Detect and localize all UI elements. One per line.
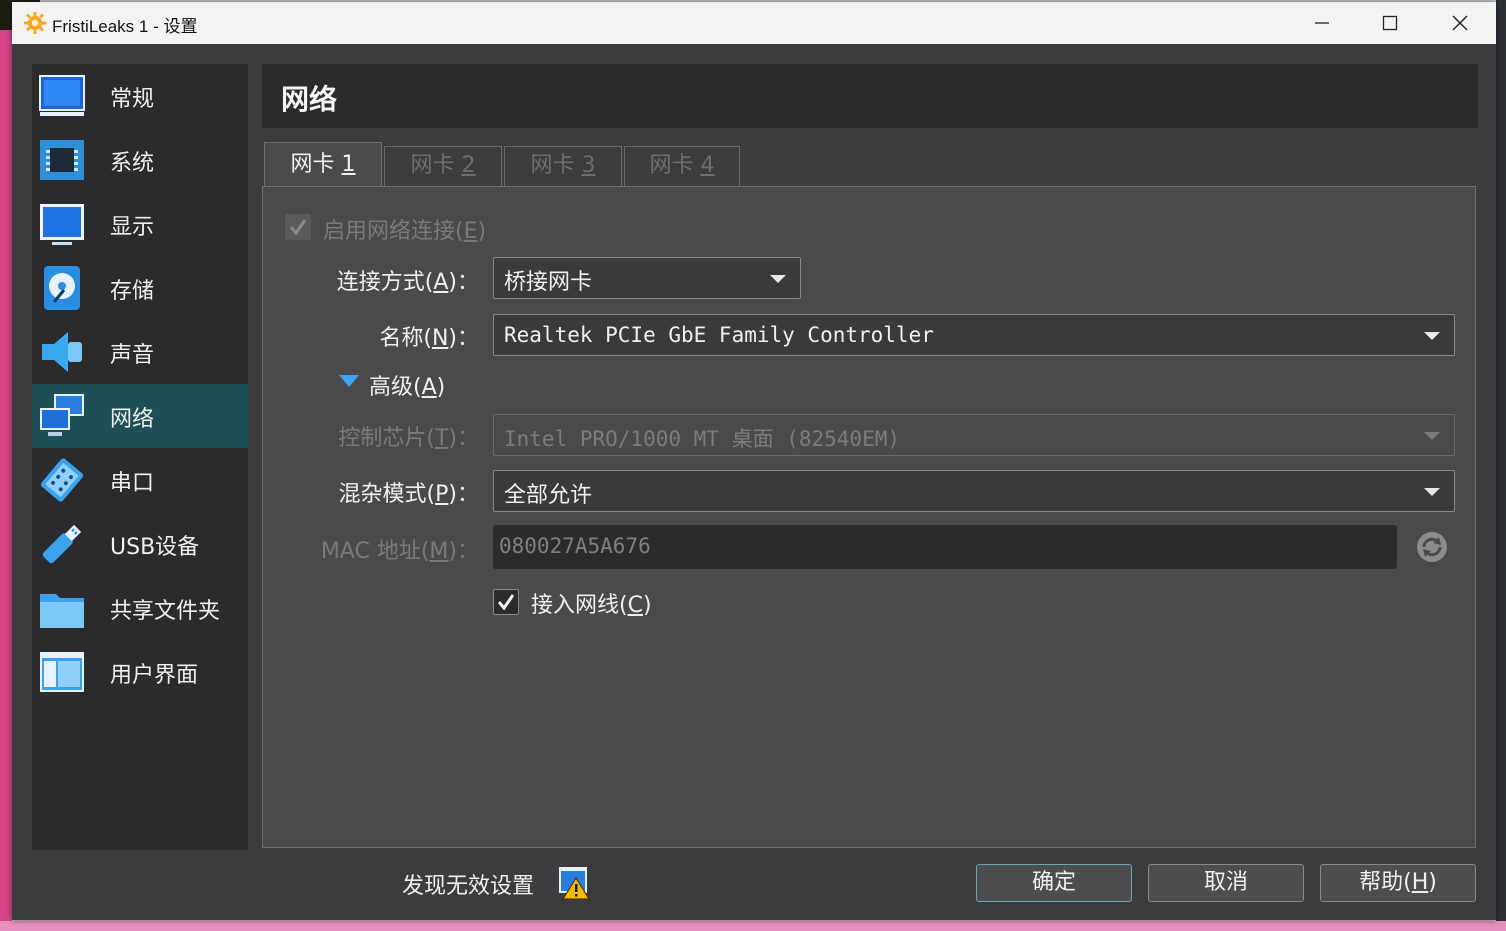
adapter-type-label: 控制芯片(T)： xyxy=(338,426,479,451)
serial-port-icon xyxy=(40,458,84,502)
tab-adapter-4[interactable]: 网卡 4 xyxy=(624,146,740,186)
sidebar-item-serial[interactable]: 串口 xyxy=(32,448,248,512)
sidebar-item-label: 共享文件夹 xyxy=(110,599,221,624)
maximize-icon xyxy=(1382,15,1398,31)
advanced-toggle[interactable]: 高级(A) xyxy=(369,369,445,401)
close-icon xyxy=(1452,15,1468,31)
attached-to-select[interactable]: 桥接网卡 xyxy=(493,257,801,299)
storage-disk-icon xyxy=(44,266,80,310)
sidebar-item-network[interactable]: 网络 xyxy=(32,384,248,448)
page-header: 网络 xyxy=(262,64,1478,128)
settings-gear-icon xyxy=(24,12,46,34)
title-bar[interactable]: FristiLeaks 1 - 设置 xyxy=(12,2,1496,44)
desktop-background-right xyxy=(1496,0,1506,931)
adapter-name-select[interactable]: Realtek PCIe GbE Family Controller xyxy=(493,314,1455,356)
refresh-mac-icon[interactable] xyxy=(1415,530,1449,564)
adapter-name-label: 名称(N)： xyxy=(379,326,479,351)
attached-to-label: 连接方式(A)： xyxy=(336,270,479,295)
sidebar-item-label: 声音 xyxy=(110,343,155,368)
cable-connected-label: 接入网线(C) xyxy=(531,593,652,618)
sidebar-item-usb[interactable]: USB设备 xyxy=(32,512,248,576)
sidebar-item-shared-folders[interactable]: 共享文件夹 xyxy=(32,576,248,640)
display-icon xyxy=(40,204,84,245)
chevron-down-icon xyxy=(770,275,786,283)
sidebar-item-label: 存储 xyxy=(110,279,155,304)
cable-connected-checkbox[interactable] xyxy=(493,589,519,615)
settings-window: FristiLeaks 1 - 设置 常规 系统 显示 存储 声音 网络 串口 … xyxy=(12,2,1496,920)
sidebar-item-label: 显示 xyxy=(110,215,155,240)
network-icon xyxy=(40,394,84,436)
desktop-background-left xyxy=(0,0,12,931)
sidebar-item-label: 系统 xyxy=(110,151,155,176)
sidebar-item-system[interactable]: 系统 xyxy=(32,128,248,192)
promiscuous-mode-select[interactable]: 全部允许 xyxy=(493,470,1455,512)
sidebar-item-label: 网络 xyxy=(110,407,155,432)
help-button[interactable]: 帮助(H) xyxy=(1320,864,1476,902)
minimize-icon xyxy=(1315,22,1329,24)
user-interface-icon xyxy=(40,652,84,692)
promiscuous-mode-label: 混杂模式(P)： xyxy=(338,482,479,507)
cancel-button[interactable]: 取消 xyxy=(1148,864,1304,902)
sidebar-item-user-interface[interactable]: 用户界面 xyxy=(32,640,248,704)
chevron-down-icon xyxy=(1424,432,1440,440)
mac-address-field[interactable]: 080027A5A676 xyxy=(493,525,1397,569)
enable-adapter-label: 启用网络连接(E) xyxy=(323,219,487,244)
maximize-button[interactable] xyxy=(1356,2,1424,44)
sidebar-item-storage[interactable]: 存储 xyxy=(32,256,248,320)
speaker-icon xyxy=(42,332,82,372)
expand-triangle-icon[interactable] xyxy=(339,375,359,389)
adapter-type-select[interactable]: Intel PRO/1000 MT 桌面 (82540EM) xyxy=(493,414,1455,456)
chevron-down-icon xyxy=(1424,332,1440,340)
monitor-icon xyxy=(39,75,85,116)
settings-sidebar: 常规 系统 显示 存储 声音 网络 串口 USB设备 共享文件夹 用户界面 xyxy=(32,64,248,850)
chip-icon xyxy=(40,140,84,180)
sidebar-item-label: 常规 xyxy=(110,87,155,112)
usb-icon xyxy=(42,524,82,564)
tab-adapter-1[interactable]: 网卡 1 xyxy=(264,142,382,188)
invalid-settings-message: 发现无效设置 xyxy=(402,874,535,899)
tab-adapter-2[interactable]: 网卡 2 xyxy=(384,146,502,186)
sidebar-item-audio[interactable]: 声音 xyxy=(32,320,248,384)
sidebar-item-label: USB设备 xyxy=(110,535,200,560)
tab-adapter-3[interactable]: 网卡 3 xyxy=(504,146,622,186)
folder-icon xyxy=(40,594,84,628)
sidebar-item-general[interactable]: 常规 xyxy=(32,64,248,128)
check-icon xyxy=(497,594,515,611)
close-button[interactable] xyxy=(1426,2,1494,44)
sidebar-item-label: 用户界面 xyxy=(110,663,199,688)
chevron-down-icon xyxy=(1424,488,1440,496)
adapter-settings-panel: 启用网络连接(E) 连接方式(A)： 桥接网卡 名称(N)： Realtek P… xyxy=(262,186,1476,848)
sidebar-item-display[interactable]: 显示 xyxy=(32,192,248,256)
minimize-button[interactable] xyxy=(1288,2,1356,44)
page-title: 网络 xyxy=(281,83,338,116)
sidebar-item-label: 串口 xyxy=(110,471,155,496)
warning-icon[interactable] xyxy=(558,866,590,900)
enable-adapter-checkbox[interactable] xyxy=(285,214,311,240)
ok-button[interactable]: 确定 xyxy=(976,864,1132,902)
check-icon xyxy=(289,219,307,236)
mac-address-label: MAC 地址(M)： xyxy=(320,539,479,564)
window-title: FristiLeaks 1 - 设置 xyxy=(52,17,198,36)
desktop-background-bottom xyxy=(0,921,1506,931)
